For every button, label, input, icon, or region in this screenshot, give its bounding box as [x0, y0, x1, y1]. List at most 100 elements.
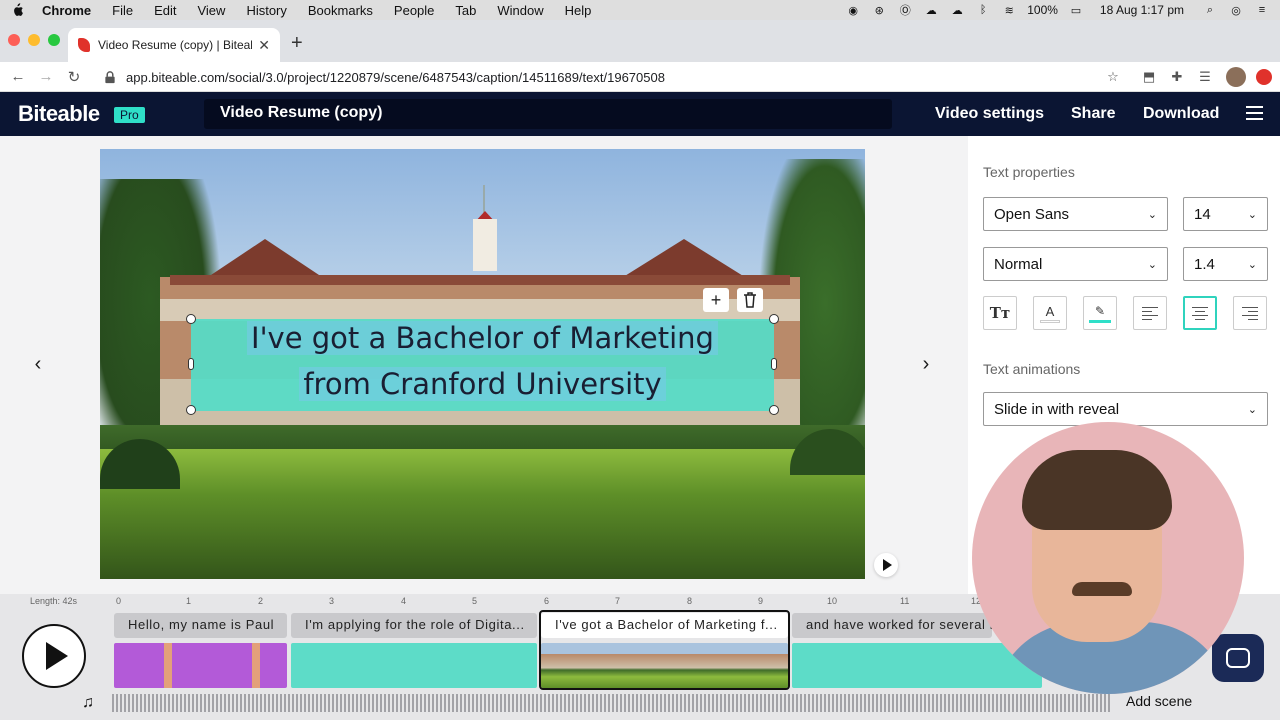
next-scene-chevron-icon[interactable]: › [914, 352, 938, 376]
tab-close-icon[interactable]: ✕ [258, 37, 270, 54]
project-title-input[interactable]: Video Resume (copy) [204, 99, 892, 129]
timeline-play-button[interactable] [22, 624, 86, 688]
resize-handle-top-left[interactable] [186, 314, 196, 324]
resize-handle-top-right[interactable] [769, 314, 779, 324]
add-text-plus-icon[interactable]: + [703, 288, 729, 312]
video-settings-button[interactable]: Video settings [935, 105, 1044, 123]
menu-bookmarks[interactable]: Bookmarks [308, 3, 373, 18]
record-icon[interactable]: ◉ [845, 3, 861, 17]
align-center-icon[interactable] [1183, 296, 1217, 330]
scene-spire [483, 185, 485, 213]
font-family-value: Open Sans [994, 205, 1070, 223]
siri-icon[interactable]: ◎ [1228, 3, 1244, 17]
new-tab-plus-icon[interactable]: + [291, 32, 303, 55]
align-right-icon[interactable] [1233, 296, 1267, 330]
wifi-icon[interactable]: ≋ [1001, 3, 1017, 17]
text-animation-select[interactable]: Slide in with reveal ⌄ [983, 392, 1268, 426]
menu-app-chrome[interactable]: Chrome [42, 3, 91, 18]
add-scene-button[interactable]: Add scene [1126, 693, 1192, 709]
menu-history[interactable]: History [246, 3, 286, 18]
biteable-logo[interactable]: Biteable [18, 101, 100, 127]
clip-label-2[interactable]: I'm applying for the role of Digita... [291, 613, 537, 638]
scene-lawn [100, 449, 865, 579]
recording-indicator-icon[interactable] [1256, 69, 1272, 85]
clip-label-1[interactable]: Hello, my name is Paul [114, 613, 287, 638]
menu-file[interactable]: File [112, 3, 133, 18]
resize-handle-left[interactable] [188, 358, 194, 370]
clock[interactable]: 18 Aug 1:17 pm [1100, 3, 1184, 17]
timeline-tick: 0 [116, 596, 122, 606]
window-close-button[interactable] [8, 34, 20, 46]
back-arrow-icon[interactable]: ← [8, 67, 28, 87]
previous-scene-chevron-icon[interactable]: ‹ [26, 352, 50, 376]
chevron-down-icon: ⌄ [1247, 208, 1257, 221]
timeline-tick: 10 [827, 596, 838, 606]
profile-avatar[interactable] [1226, 67, 1246, 87]
line-height-value: 1.4 [1194, 255, 1215, 273]
clip-thumbnail-1[interactable] [114, 643, 287, 688]
battery-percent: 100% [1027, 3, 1058, 17]
forward-arrow-icon[interactable]: → [36, 67, 56, 87]
clip-label-4[interactable]: and have worked for several m [792, 613, 992, 638]
extension-clip-icon[interactable]: ⬒ [1140, 68, 1158, 86]
clip-thumbnail-2[interactable] [291, 643, 537, 688]
audio-waveform[interactable] [112, 694, 1112, 712]
download-button[interactable]: Download [1143, 105, 1219, 123]
font-family-select[interactable]: Open Sans ⌄ [983, 197, 1168, 231]
font-size-value: 14 [1194, 205, 1211, 223]
scene-roof-line [170, 275, 790, 285]
o-icon[interactable]: Ⓞ [897, 3, 913, 17]
text-animation-value: Slide in with reveal [994, 400, 1120, 418]
app-header: Biteable Pro Video Resume (copy) Video s… [0, 92, 1280, 136]
apple-icon[interactable] [10, 3, 24, 17]
text-color-icon[interactable]: A [1033, 296, 1067, 330]
caption-line-1[interactable]: I've got a Bachelor of Marketing [191, 321, 774, 355]
control-center-icon[interactable]: ≡ [1254, 3, 1270, 17]
bookmark-star-icon[interactable]: ☆ [1104, 68, 1122, 86]
timeline-tick: 2 [258, 596, 264, 606]
text-case-icon[interactable]: Tт [983, 296, 1017, 330]
menu-edit[interactable]: Edit [154, 3, 176, 18]
line-height-select[interactable]: 1.4 ⌄ [1183, 247, 1268, 281]
browser-tabstrip: Video Resume (copy) | Biteable ✕ + [0, 20, 1280, 62]
sync-icon[interactable]: ⊛ [871, 3, 887, 17]
window-maximize-button[interactable] [48, 34, 60, 46]
hamburger-menu-icon[interactable] [1246, 106, 1263, 120]
chevron-down-icon: ⌄ [1147, 258, 1157, 271]
highlight-color-icon[interactable]: ✎ [1083, 296, 1117, 330]
spotlight-search-icon[interactable]: ⌕ [1202, 3, 1218, 17]
menu-view[interactable]: View [197, 3, 225, 18]
resize-handle-right[interactable] [771, 358, 777, 370]
menu-help[interactable]: Help [565, 3, 592, 18]
timeline-tick: 4 [401, 596, 407, 606]
battery-icon[interactable]: ▭ [1068, 3, 1084, 17]
font-size-select[interactable]: 14 ⌄ [1183, 197, 1268, 231]
browser-tab-active[interactable]: Video Resume (copy) | Biteable ✕ [68, 28, 280, 62]
timeline-tick: 11 [900, 596, 910, 606]
cloud-icon[interactable]: ☁ [923, 3, 939, 17]
address-bar[interactable]: app.biteable.com/social/3.0/project/1220… [96, 65, 1130, 89]
browser-toolbar: ← → ↻ app.biteable.com/social/3.0/projec… [0, 62, 1280, 92]
window-minimize-button[interactable] [28, 34, 40, 46]
reload-icon[interactable]: ↻ [64, 67, 84, 87]
selected-clip-outline [539, 610, 790, 690]
music-note-icon[interactable]: ♫ [82, 694, 94, 712]
delete-trash-icon[interactable] [737, 288, 763, 312]
timeline-tick: 8 [687, 596, 693, 606]
menu-tab[interactable]: Tab [455, 3, 476, 18]
share-button[interactable]: Share [1071, 105, 1115, 123]
extensions-puzzle-icon[interactable]: ✚ [1168, 68, 1186, 86]
menu-people[interactable]: People [394, 3, 434, 18]
resize-handle-bottom-right[interactable] [769, 405, 779, 415]
bluetooth-icon[interactable]: ᛒ [975, 3, 991, 17]
cloud-upload-icon[interactable]: ☁ [949, 3, 965, 17]
webcam-person-mustache [1072, 582, 1132, 596]
caption-text-box[interactable]: I've got a Bachelor of Marketing from Cr… [191, 319, 774, 411]
caption-line-2[interactable]: from Cranford University [191, 367, 774, 401]
align-left-icon[interactable] [1133, 296, 1167, 330]
preview-play-button[interactable] [874, 553, 898, 577]
reading-list-icon[interactable]: ☰ [1196, 68, 1214, 86]
menu-window[interactable]: Window [497, 3, 543, 18]
font-weight-select[interactable]: Normal ⌄ [983, 247, 1168, 281]
resize-handle-bottom-left[interactable] [186, 405, 196, 415]
